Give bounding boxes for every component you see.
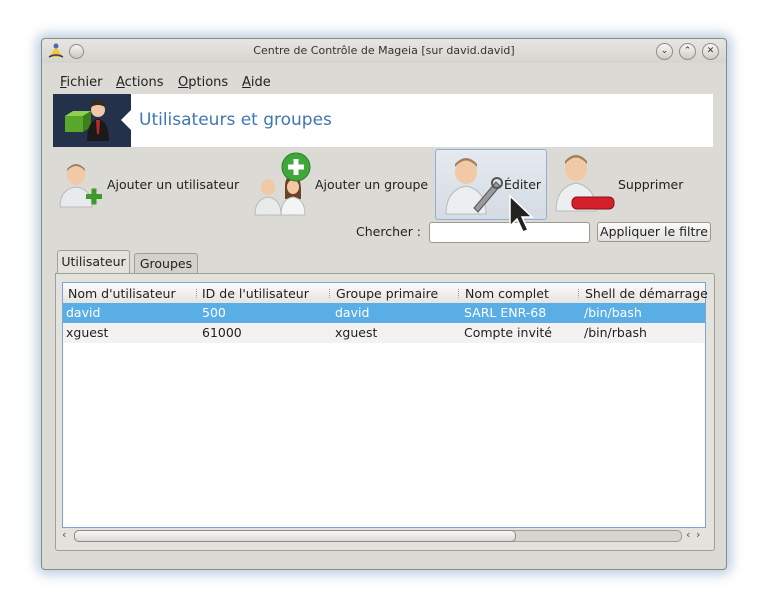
- horizontal-scrollbar[interactable]: ‹ ‹ ›: [62, 528, 704, 542]
- delete-label: Supprimer: [618, 177, 684, 192]
- table-header: Nom d'utilisateur ID de l'utilisateur Gr…: [63, 283, 708, 304]
- edit-user-icon: [445, 158, 503, 215]
- scroll-left-end-icon[interactable]: ‹: [686, 528, 690, 541]
- table-row[interactable]: david 500 david SARL ENR-68 /bin/bash: [63, 303, 705, 323]
- edit-label: Éditer: [504, 177, 542, 192]
- cell-primary-group: david: [335, 305, 370, 320]
- users-groups-logo-icon: [53, 94, 131, 147]
- column-header-username[interactable]: Nom d'utilisateur: [68, 286, 176, 301]
- cell-username: david: [66, 305, 101, 320]
- app-window: Centre de Contrôle de Mageia [sur david.…: [41, 38, 727, 570]
- menu-aide[interactable]: Aide: [242, 75, 271, 90]
- add-user-button[interactable]: Ajouter un utilisateur: [56, 147, 246, 217]
- column-header-primary-group[interactable]: Groupe primaire: [336, 286, 438, 301]
- add-group-icon: [254, 152, 311, 216]
- scrollbar-thumb[interactable]: [74, 530, 516, 542]
- delete-button[interactable]: Supprimer: [552, 147, 702, 217]
- tab-utilisateur[interactable]: Utilisateur: [57, 250, 130, 273]
- column-header-full-name[interactable]: Nom complet: [465, 286, 549, 301]
- page-title: Utilisateurs et groupes: [139, 110, 332, 130]
- menu-options[interactable]: Options: [178, 75, 228, 90]
- window-title: Centre de Contrôle de Mageia [sur david.…: [253, 44, 515, 57]
- scroll-left-icon[interactable]: ‹: [62, 528, 66, 541]
- add-user-icon: [59, 164, 102, 208]
- cell-uid: 61000: [202, 325, 242, 340]
- delete-user-icon: [555, 155, 615, 212]
- tab-groupes[interactable]: Groupes: [134, 253, 198, 274]
- apply-filter-button[interactable]: Appliquer le filtre: [597, 222, 711, 242]
- title-bar[interactable]: Centre de Contrôle de Mageia [sur david.…: [42, 39, 726, 63]
- menu-fichier[interactable]: Fichier: [60, 75, 103, 90]
- add-user-label: Ajouter un utilisateur: [107, 177, 240, 192]
- column-header-uid[interactable]: ID de l'utilisateur: [202, 286, 309, 301]
- cell-full-name: Compte invité: [464, 325, 552, 340]
- cell-full-name: SARL ENR-68: [464, 305, 547, 320]
- cell-login-shell: /bin/rbash: [584, 325, 647, 340]
- cell-login-shell: /bin/bash: [584, 305, 642, 320]
- scroll-right-icon[interactable]: ›: [696, 528, 700, 541]
- users-tab-panel: Nom d'utilisateur ID de l'utilisateur Gr…: [55, 273, 715, 551]
- minimize-icon[interactable]: ⌄: [656, 43, 673, 60]
- table-row[interactable]: xguest 61000 xguest Compte invité /bin/r…: [63, 323, 705, 343]
- menu-actions[interactable]: Actions: [116, 75, 164, 90]
- search-label: Chercher :: [356, 224, 422, 239]
- cell-username: xguest: [66, 325, 109, 340]
- close-icon[interactable]: ✕: [702, 43, 719, 60]
- users-table: Nom d'utilisateur ID de l'utilisateur Gr…: [62, 282, 708, 528]
- mouse-pointer-icon: [509, 194, 534, 233]
- cell-primary-group: xguest: [335, 325, 378, 340]
- header-banner: Utilisateurs et groupes: [53, 94, 713, 147]
- column-header-login-shell[interactable]: Shell de démarrage: [585, 286, 708, 301]
- add-group-label: Ajouter un groupe: [315, 177, 429, 192]
- add-group-button[interactable]: Ajouter un groupe: [250, 147, 436, 217]
- cell-uid: 500: [202, 305, 226, 320]
- maximize-icon[interactable]: ⌃: [679, 43, 696, 60]
